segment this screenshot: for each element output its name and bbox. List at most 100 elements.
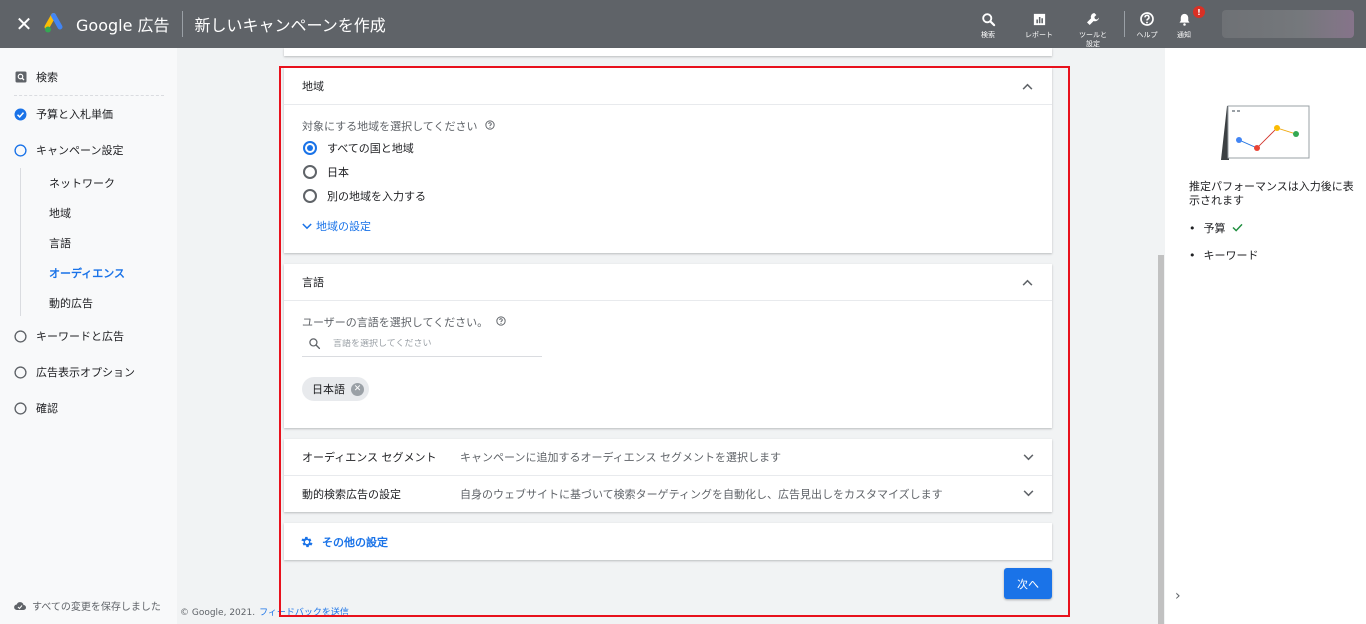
location-card-title: 地域: [302, 80, 324, 93]
sidebar-subitem-dynamic-ads[interactable]: 動的広告: [49, 295, 93, 311]
substep-line: [20, 168, 21, 316]
sidebar-item-search[interactable]: 検索: [14, 69, 58, 85]
report-icon: [1030, 10, 1048, 28]
header-divider: [181, 11, 183, 37]
sidebar-item-label: 予算と入札単価: [36, 108, 113, 121]
footer: © Google, 2021. フィードバックを送信: [180, 605, 349, 618]
sidebar-divider: [14, 95, 164, 96]
tools-settings-label: ツールと 設定: [1079, 31, 1107, 48]
radio-other-location[interactable]: 別の地域を入力する: [303, 188, 426, 204]
left-sidebar: 検索 予算と入札単価 キャンペーン設定 ネットワーク 地域 言語 オーディエンス…: [0, 48, 177, 624]
account-avatar[interactable]: [1222, 10, 1354, 38]
help-icon: [1138, 10, 1156, 28]
chevron-down-icon: [1023, 490, 1034, 497]
sidebar-item-ad-extensions[interactable]: 広告表示オプション: [14, 364, 135, 380]
search-tool-label: 検索: [981, 31, 995, 39]
help-circle-icon[interactable]: [485, 119, 496, 133]
language-search-input[interactable]: [333, 338, 533, 349]
brand-name: Google 広告: [76, 16, 170, 35]
gear-icon: [301, 536, 313, 547]
other-settings-button[interactable]: その他の設定: [284, 523, 1052, 560]
header-tools: 検索 レポート ツールと 設定 ヘルプ 通知 !: [968, 0, 1205, 49]
search-icon: [309, 338, 321, 350]
radio-button-selected[interactable]: [303, 141, 317, 155]
location-card-header[interactable]: 地域: [284, 68, 1052, 105]
check-circle-icon: [14, 108, 27, 121]
language-card-header[interactable]: 言語: [284, 264, 1052, 301]
dynamic-search-ads-description: 自身のウェブサイトに基づいて検索ターゲティングを自動化し、広告見出しをカスタマイ…: [460, 487, 943, 501]
notifications-button[interactable]: 通知 !: [1167, 0, 1205, 40]
performance-item-label: キーワード: [1203, 249, 1259, 262]
copyright-text: © Google, 2021.: [180, 608, 256, 618]
radio-all-countries[interactable]: すべての国と地域: [303, 140, 414, 156]
main-scrollbar-thumb[interactable]: [1158, 255, 1164, 624]
performance-item-label: 予算: [1203, 222, 1226, 235]
sidebar-subitem-location[interactable]: 地域: [49, 205, 71, 221]
language-prompt: ユーザーの言語を選択してください。: [302, 314, 506, 330]
other-settings-card: その他の設定: [284, 523, 1052, 560]
bullet-icon: •: [1189, 221, 1196, 235]
search-icon: [979, 10, 997, 28]
search-tool-button[interactable]: 検索: [968, 0, 1008, 40]
next-button[interactable]: 次へ: [1004, 568, 1052, 599]
help-circle-icon[interactable]: [496, 315, 506, 329]
sidebar-item-label: 検索: [36, 71, 58, 84]
language-search-field[interactable]: [302, 331, 542, 357]
sidebar-item-campaign-settings[interactable]: キャンペーン設定: [14, 142, 123, 158]
chevron-right-icon[interactable]: ›: [1175, 588, 1181, 604]
sidebar-item-keywords-ads[interactable]: キーワードと広告: [14, 328, 124, 344]
feedback-link[interactable]: フィードバックを送信: [259, 608, 349, 618]
location-settings-link[interactable]: 地域の設定: [302, 218, 371, 234]
location-card: 地域 対象にする地域を選択してください すべての国と地域 日本 別の地域を入力す…: [284, 68, 1052, 253]
bullet-icon: •: [1189, 248, 1196, 262]
location-prompt-text: 対象にする地域を選択してください: [302, 120, 478, 133]
chevron-up-icon[interactable]: [1020, 275, 1034, 289]
collapsed-settings-card: オーディエンス セグメント キャンペーンに追加するオーディエンス セグメントを選…: [284, 439, 1052, 512]
audience-segment-title: オーディエンス セグメント: [302, 451, 437, 464]
close-button[interactable]: ✕: [0, 0, 48, 48]
tools-divider: [1124, 11, 1125, 37]
search-box-icon: [14, 71, 27, 84]
language-card-title: 言語: [302, 276, 324, 289]
sidebar-subitem-language[interactable]: 言語: [49, 235, 71, 251]
dynamic-search-ads-row[interactable]: 動的検索広告の設定 自身のウェブサイトに基づいて検索ターゲティングを自動化し、広…: [284, 475, 1052, 511]
step-circle-icon: [14, 365, 27, 379]
cloud-check-icon: [14, 601, 26, 610]
page-title: 新しいキャンペーンを作成: [194, 16, 386, 35]
bell-icon: [1175, 10, 1193, 28]
language-card: 言語 ユーザーの言語を選択してください。 日本語 ✕: [284, 264, 1052, 428]
sidebar-subitem-network[interactable]: ネットワーク: [49, 175, 115, 191]
tools-settings-button[interactable]: ツールと 設定: [1068, 0, 1118, 49]
help-tool-button[interactable]: ヘルプ: [1131, 0, 1163, 40]
sidebar-item-label: キャンペーン設定: [36, 144, 124, 157]
sidebar-item-review[interactable]: 確認: [14, 400, 58, 416]
help-tool-label: ヘルプ: [1136, 31, 1158, 39]
radio-button[interactable]: [303, 165, 317, 179]
remove-chip-icon[interactable]: ✕: [351, 382, 364, 396]
radio-label: すべての国と地域: [327, 142, 414, 155]
dynamic-search-ads-title: 動的検索広告の設定: [302, 487, 401, 501]
radio-japan[interactable]: 日本: [303, 164, 349, 180]
network-card-edge: [284, 48, 1052, 56]
saved-status-text: すべての変更を保存しました: [32, 602, 161, 613]
chevron-up-icon[interactable]: [1020, 79, 1034, 93]
current-step-circle-icon: [14, 143, 27, 157]
sidebar-item-label: 広告表示オプション: [36, 366, 135, 379]
sidebar-item-budget[interactable]: 予算と入札単価: [14, 106, 113, 122]
step-circle-icon: [14, 329, 27, 343]
close-icon: ✕: [15, 12, 33, 36]
report-tool-button[interactable]: レポート: [1014, 0, 1064, 40]
performance-message: 推定パフォーマンスは入力後に表示されます: [1189, 180, 1354, 207]
sidebar-item-label: キーワードと広告: [36, 330, 124, 343]
chevron-down-icon: [1023, 453, 1034, 460]
sidebar-subitem-audience[interactable]: オーディエンス: [49, 265, 125, 281]
location-settings-link-text: 地域の設定: [316, 220, 371, 233]
radio-button[interactable]: [303, 189, 317, 203]
audience-segment-row[interactable]: オーディエンス セグメント キャンペーンに追加するオーディエンス セグメントを選…: [284, 439, 1052, 475]
language-prompt-text: ユーザーの言語を選択してください。: [302, 316, 489, 329]
performance-item-keywords: • キーワード: [1189, 247, 1259, 263]
other-settings-label: その他の設定: [322, 535, 388, 549]
sidebar-item-label: 確認: [36, 402, 58, 415]
radio-label: 別の地域を入力する: [327, 190, 426, 203]
radio-label: 日本: [327, 166, 349, 179]
